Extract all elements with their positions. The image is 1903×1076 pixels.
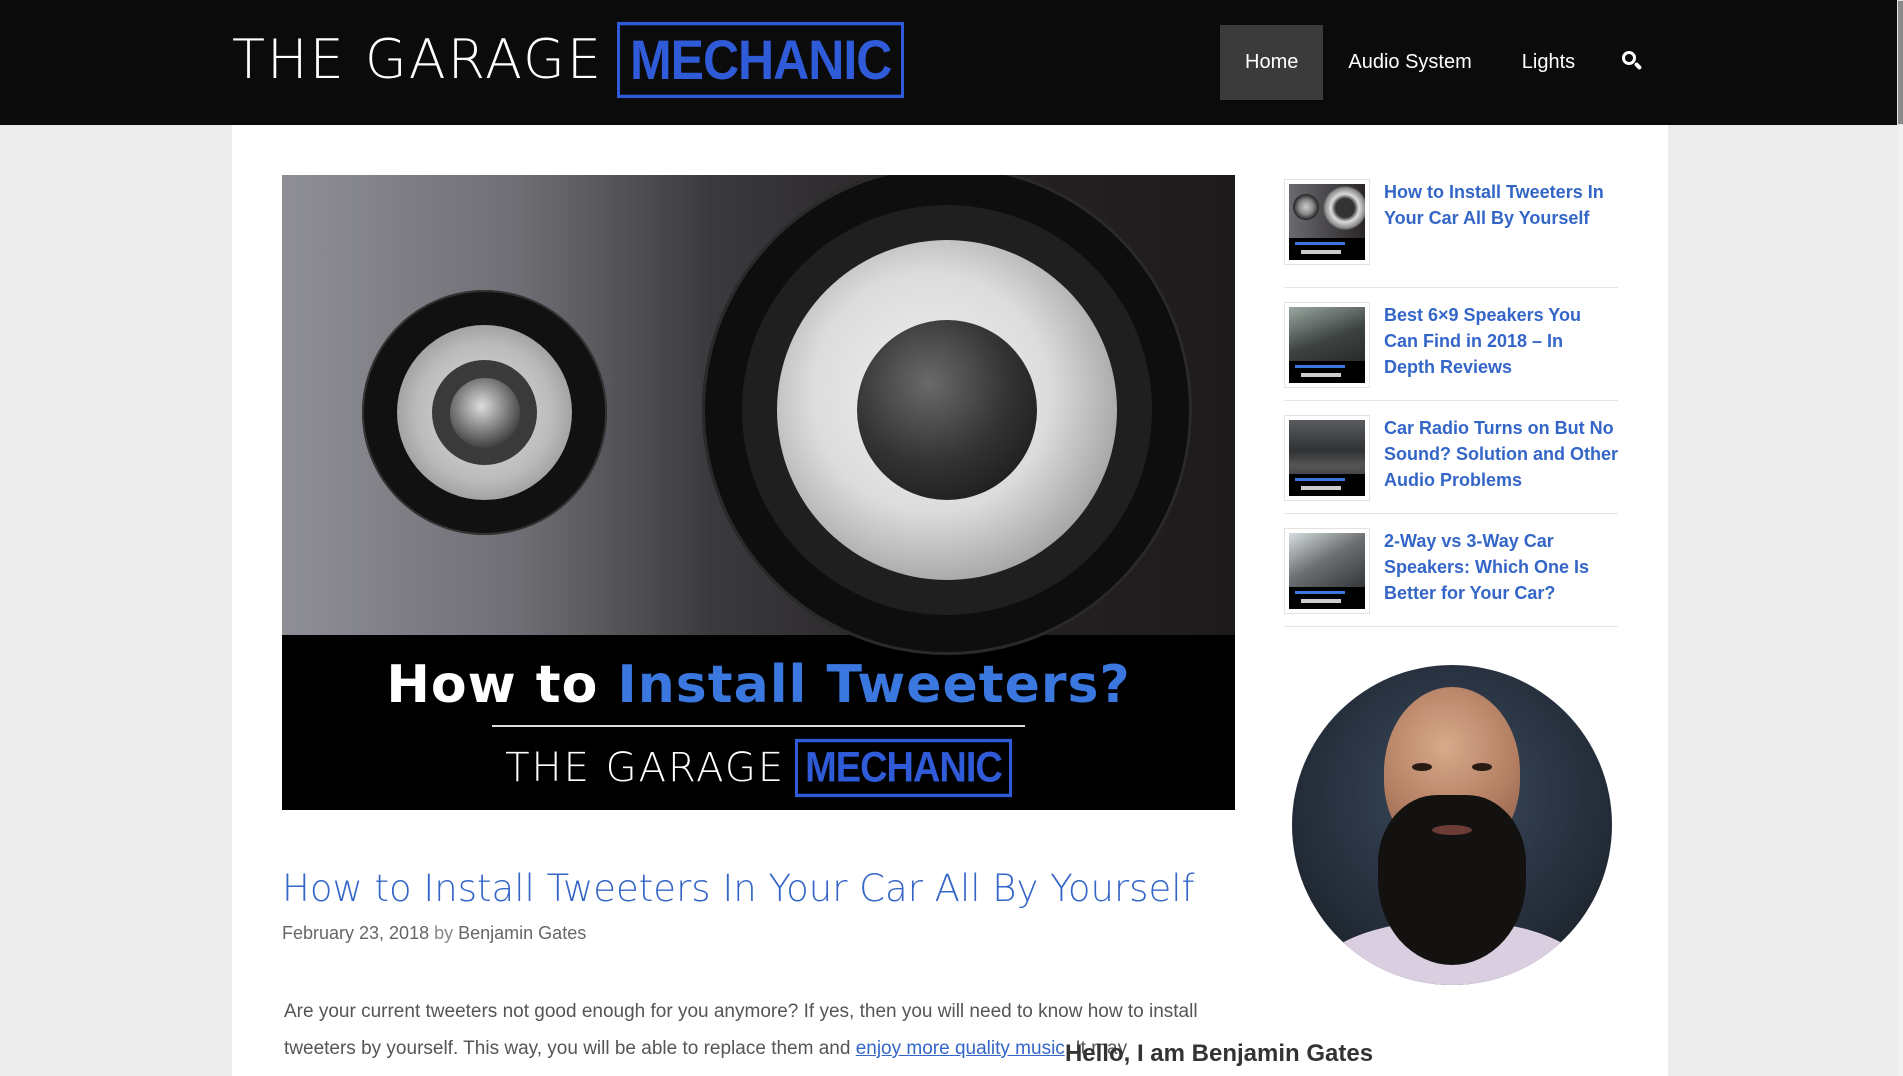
tweeter-dome — [450, 378, 520, 448]
hero-logo-text: THE GARAGE — [505, 745, 786, 791]
page-scrollbar[interactable] — [1897, 0, 1903, 1076]
recent-posts-widget: How to Install Tweeters In Your Car All … — [1284, 175, 1618, 627]
hero-title-prefix: How to — [386, 655, 618, 715]
woofer-dustcap — [857, 320, 1037, 500]
tweeter-speaker — [362, 290, 607, 535]
post-thumbnail[interactable] — [1284, 415, 1370, 501]
recent-post-item[interactable]: Car Radio Turns on But No Sound? Solutio… — [1284, 401, 1618, 514]
logo-text: THE GARAGE — [232, 28, 603, 91]
author-heading: Hello, I am Benjamin Gates — [1064, 1040, 1374, 1067]
logo-box-text: MECHANIC — [616, 21, 905, 99]
nav-item-audio-system[interactable]: Audio System — [1323, 25, 1496, 100]
search-icon[interactable] — [1620, 49, 1646, 75]
main-nav: Home Audio System Lights — [1220, 25, 1643, 100]
post-thumbnail[interactable] — [1284, 302, 1370, 388]
hero-logo: THE GARAGE MECHANIC — [282, 738, 1235, 798]
hero-title: How to Install Tweeters? — [282, 655, 1235, 715]
nav-item-lights[interactable]: Lights — [1497, 25, 1600, 100]
site-header: THE GARAGE MECHANIC Home Audio System Li… — [0, 0, 1897, 125]
hero-title-highlight: Install Tweeters? — [617, 655, 1131, 715]
author-avatar — [1292, 665, 1612, 985]
nav-item-home[interactable]: Home — [1220, 25, 1324, 100]
site-logo[interactable]: THE GARAGE MECHANIC — [232, 21, 905, 99]
woofer-speaker — [702, 175, 1192, 655]
post-meta: February 23, 2018 by Benjamin Gates — [282, 923, 586, 944]
recent-post-item[interactable]: 2-Way vs 3-Way Car Speakers: Which One I… — [1284, 514, 1618, 627]
recent-post-item[interactable]: How to Install Tweeters In Your Car All … — [1284, 175, 1618, 288]
post-date: February 23, 2018 — [282, 923, 430, 943]
recent-post-title[interactable]: Car Radio Turns on But No Sound? Solutio… — [1384, 415, 1618, 513]
recent-post-title[interactable]: How to Install Tweeters In Your Car All … — [1384, 179, 1618, 287]
featured-image: How to Install Tweeters? THE GARAGE MECH… — [282, 175, 1235, 810]
quality-music-link[interactable]: enjoy more quality music — [856, 1038, 1065, 1059]
post-thumbnail[interactable] — [1284, 179, 1370, 265]
post-by: by — [434, 923, 454, 943]
content-area: How to Install Tweeters? THE GARAGE MECH… — [232, 125, 1668, 1076]
scrollbar-thumb[interactable] — [1897, 0, 1903, 125]
recent-post-item[interactable]: Best 6×9 Speakers You Can Find in 2018 –… — [1284, 288, 1618, 401]
search-handle — [1633, 61, 1643, 71]
post-title[interactable]: How to Install Tweeters In Your Car All … — [282, 867, 1195, 910]
recent-post-title[interactable]: 2-Way vs 3-Way Car Speakers: Which One I… — [1384, 528, 1618, 626]
hero-logo-box: MECHANIC — [795, 738, 1012, 798]
speaker-photo — [282, 175, 1235, 655]
recent-post-title[interactable]: Best 6×9 Speakers You Can Find in 2018 –… — [1384, 302, 1618, 400]
post-author[interactable]: Benjamin Gates — [458, 923, 586, 943]
hero-divider — [492, 725, 1025, 727]
post-thumbnail[interactable] — [1284, 528, 1370, 614]
